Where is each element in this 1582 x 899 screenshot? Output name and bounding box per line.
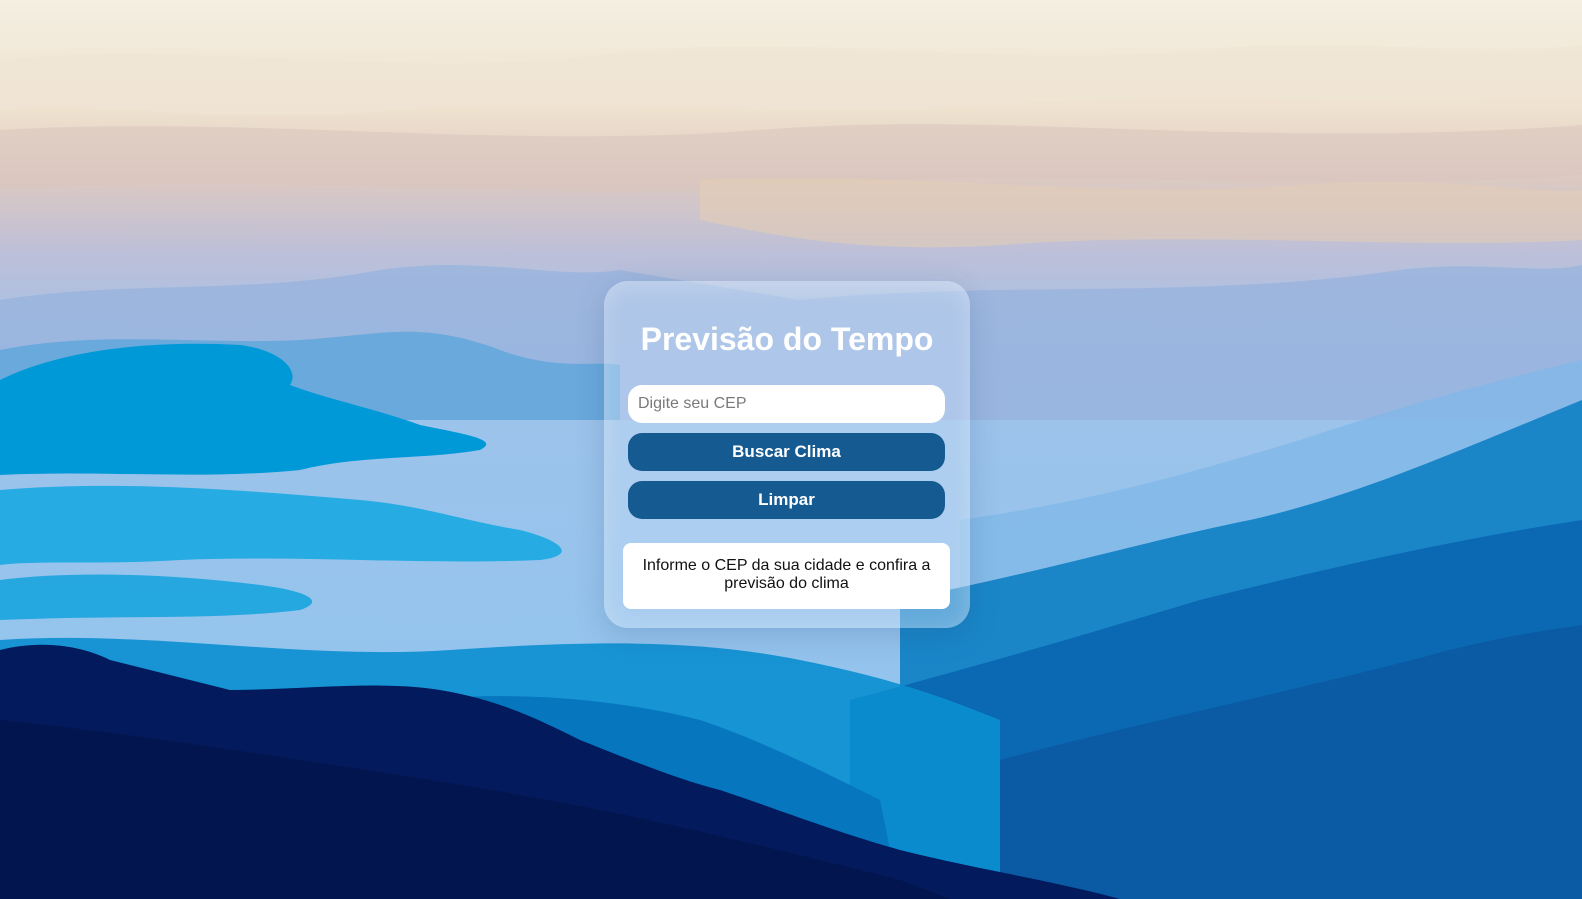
weather-card: Previsão do Tempo Buscar Clima Limpar In…	[604, 281, 970, 628]
result-message: Informe o CEP da sua cidade e confira a …	[642, 557, 931, 592]
search-weather-button[interactable]: Buscar Clima	[628, 433, 945, 471]
cep-input[interactable]	[628, 385, 945, 423]
page-title: Previsão do Tempo	[640, 321, 934, 357]
result-message-box: Informe o CEP da sua cidade e confira a …	[623, 543, 950, 609]
clear-button[interactable]: Limpar	[628, 481, 945, 519]
